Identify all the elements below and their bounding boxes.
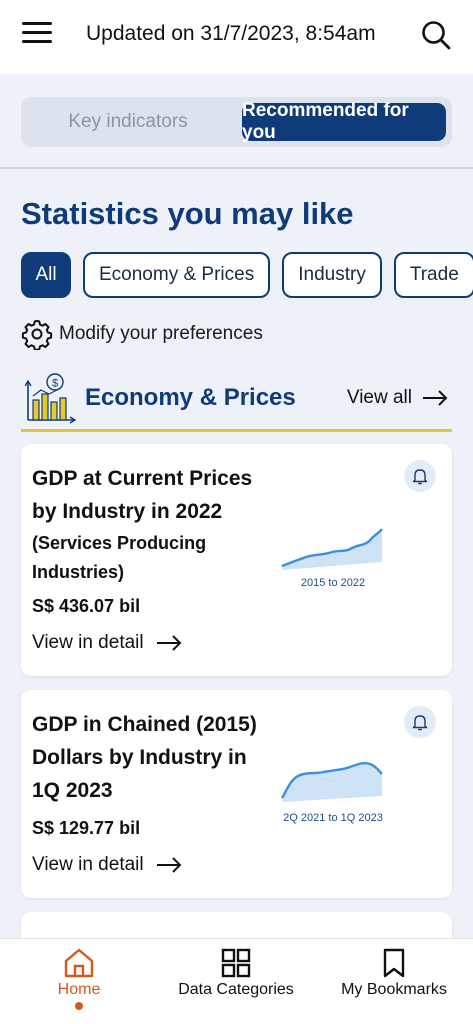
updated-timestamp: Updated on 31/7/2023, 8:54am bbox=[86, 22, 376, 45]
view-segment-control: Key indicators Recommended for you bbox=[21, 97, 452, 147]
card-subtitle: (Services Producing Industries) bbox=[32, 533, 207, 582]
period-label: 2015 to 2022 bbox=[300, 577, 366, 589]
nav-home-label: Home bbox=[57, 981, 101, 998]
nav-my-bookmarks-label: My Bookmarks bbox=[341, 981, 447, 998]
grid-icon bbox=[221, 948, 251, 978]
svg-text:$: $ bbox=[52, 378, 58, 390]
nav-my-bookmarks[interactable]: My Bookmarks bbox=[334, 939, 454, 1024]
bell-icon[interactable] bbox=[404, 460, 436, 492]
view-in-detail-label: View in detail bbox=[32, 632, 144, 653]
home-icon bbox=[64, 948, 94, 978]
tab-key-indicators[interactable]: Key indicators bbox=[21, 111, 235, 133]
search-icon[interactable] bbox=[421, 20, 451, 50]
view-in-detail-link[interactable]: View in detail bbox=[32, 632, 182, 654]
category-underline bbox=[21, 429, 452, 432]
preferences-label: Modify your preferences bbox=[59, 323, 263, 344]
hamburger-menu-icon[interactable] bbox=[22, 22, 52, 50]
view-all-label: View all bbox=[346, 387, 412, 408]
trend-sparkline bbox=[281, 528, 383, 570]
bookmark-icon bbox=[383, 948, 405, 978]
chip-trade[interactable]: Trade bbox=[393, 252, 473, 298]
nav-home[interactable]: Home bbox=[44, 939, 114, 1024]
tab-recommended-for-you[interactable]: Recommended for you bbox=[242, 100, 446, 143]
top-bar: Updated on 31/7/2023, 8:54am bbox=[0, 0, 473, 74]
category-header: $ Economy & Prices View all bbox=[21, 370, 452, 430]
card-title: GDP in Chained (2015) Dollars by Industr… bbox=[32, 713, 257, 802]
nav-data-categories[interactable]: Data Categories bbox=[166, 939, 306, 1024]
view-all-link[interactable]: View all bbox=[347, 387, 448, 409]
category-filter-chips: All Economy & Prices Industry Trade bbox=[21, 252, 473, 300]
section-divider bbox=[0, 167, 473, 169]
chip-economy-prices[interactable]: Economy & Prices bbox=[83, 252, 271, 298]
view-in-detail-link[interactable]: View in detail bbox=[32, 854, 182, 876]
card-value: S$ 129.77 bil bbox=[32, 818, 141, 838]
chip-all[interactable]: All bbox=[21, 252, 71, 298]
page-title: Statistics you may like bbox=[21, 196, 354, 231]
active-indicator-dot bbox=[75, 1002, 83, 1010]
arrow-right-icon bbox=[156, 635, 182, 651]
period-label: 2Q 2021 to 1Q 2023 bbox=[283, 812, 383, 824]
arrow-right-icon bbox=[423, 390, 448, 406]
statistic-card[interactable]: GDP in Chained (2015) Dollars by Industr… bbox=[21, 690, 452, 898]
modify-preferences-button[interactable]: Modify your preferences bbox=[21, 318, 263, 350]
card-title: GDP at Current Prices by Industry in 202… bbox=[32, 467, 253, 523]
bell-icon[interactable] bbox=[404, 706, 436, 738]
trend-sparkline bbox=[280, 762, 383, 802]
category-title: Economy & Prices bbox=[85, 384, 296, 411]
statistic-card[interactable]: GDP at Current Prices by Industry in 202… bbox=[21, 444, 452, 676]
card-value: S$ 436.07 bil bbox=[32, 596, 141, 616]
gear-icon bbox=[21, 320, 53, 350]
chip-industry[interactable]: Industry bbox=[282, 252, 382, 298]
bottom-navigation: Home Data Categories My Bookmarks bbox=[0, 938, 473, 1024]
arrow-right-icon bbox=[156, 857, 182, 873]
view-in-detail-label: View in detail bbox=[32, 854, 144, 875]
economy-chart-dollar-icon: $ bbox=[25, 373, 77, 424]
nav-data-categories-label: Data Categories bbox=[178, 981, 294, 998]
